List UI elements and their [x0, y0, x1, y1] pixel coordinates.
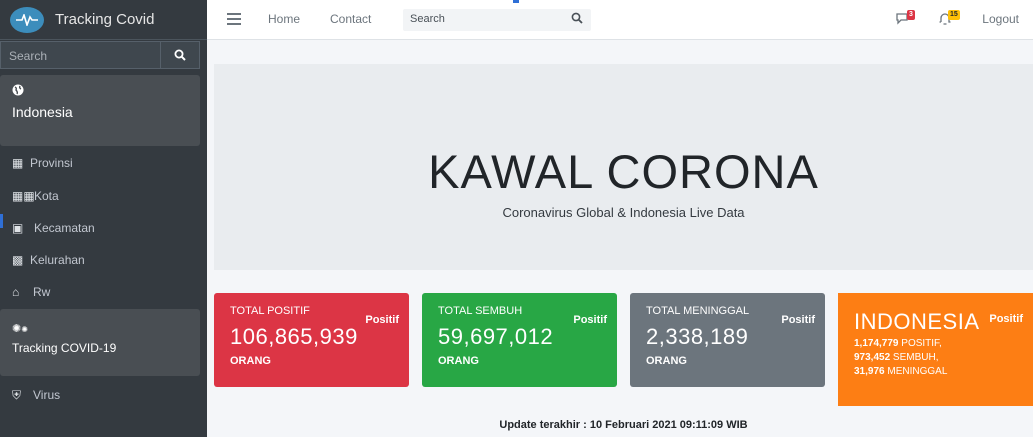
- archway-icon: ▣: [12, 221, 24, 235]
- sidebar-item-label: Virus: [33, 388, 61, 402]
- sidebar-item-rw[interactable]: ⌂ Rw: [0, 279, 200, 305]
- sidebar: Tracking Covid Search Indonesia ▦ Provin…: [0, 0, 207, 437]
- search-icon[interactable]: [571, 12, 583, 24]
- topbar-search-placeholder: Search: [410, 13, 445, 25]
- cogs-icon: ✺✺: [12, 323, 28, 335]
- sidebar-search-input[interactable]: Search: [0, 41, 161, 69]
- topbar: Home Contact Search 3 15 Logout: [207, 0, 1033, 40]
- sidebar-item-label: Tracking COVID-19: [12, 341, 117, 355]
- card-value: 106,865,939: [230, 324, 358, 349]
- city-icon: ▦▦: [12, 189, 35, 203]
- hero-jumbotron: KAWAL CORONA Coronavirus Global & Indone…: [214, 64, 1033, 270]
- messages-button[interactable]: 3: [895, 10, 917, 28]
- sidebar-item-kota[interactable]: ▦▦ Kota: [0, 183, 200, 209]
- card-total-sembuh: TOTAL SEMBUH Positif 59,697,012 ORANG: [422, 293, 617, 387]
- building-icon: ▦: [12, 156, 24, 170]
- hero-title: KAWAL CORONA: [428, 145, 819, 198]
- sidebar-item-provinsi[interactable]: ▦ Provinsi: [0, 150, 200, 176]
- sidebar-item-label: Provinsi: [30, 156, 73, 170]
- notifications-badge: 15: [948, 10, 960, 20]
- card-total-positif: TOTAL POSITIF Positif 106,865,939 ORANG: [214, 293, 409, 387]
- card-value: 59,697,012: [438, 324, 554, 349]
- search-icon: [174, 49, 186, 61]
- heartbeat-icon: [10, 6, 44, 33]
- indonesia-meninggal: 31,976 MENINGGAL: [854, 366, 948, 377]
- last-updated: Update terakhir : 10 Februari 2021 09:11…: [214, 419, 1033, 431]
- buildings-icon: ▩: [12, 253, 24, 267]
- sidebar-item-indonesia[interactable]: Indonesia: [0, 75, 200, 146]
- globe-icon: [12, 84, 24, 96]
- card-tag: Positif: [781, 314, 815, 326]
- card-indonesia: INDONESIA Positif 1,174,779 POSITIF, 973…: [838, 293, 1033, 406]
- sidebar-search: Search: [0, 41, 200, 69]
- menu-toggle-icon[interactable]: [227, 13, 241, 25]
- logout-link[interactable]: Logout: [982, 12, 1019, 26]
- sidebar-item-kelurahan[interactable]: ▩ Kelurahan: [0, 247, 200, 273]
- sidebar-item-virus[interactable]: ⛨ Virus: [0, 382, 200, 408]
- brand-link[interactable]: Tracking Covid: [0, 0, 207, 40]
- notifications-button[interactable]: 15: [938, 10, 962, 28]
- indonesia-sembuh: 973,452 SEMBUH,: [854, 352, 939, 363]
- sidebar-item-label: Indonesia: [12, 104, 73, 120]
- card-tag: Positif: [573, 314, 607, 326]
- shield-icon: ⛨: [12, 387, 22, 402]
- nav-link-home[interactable]: Home: [268, 12, 300, 26]
- nav-link-contact[interactable]: Contact: [330, 12, 371, 26]
- card-tag: Positif: [365, 314, 399, 326]
- sidebar-item-kecamatan[interactable]: ▣ Kecamatan: [0, 215, 200, 241]
- last-updated-value: 10 Februari 2021 09:11:09 WIB: [589, 419, 748, 431]
- home-icon: ⌂: [12, 285, 20, 299]
- card-unit: ORANG: [646, 355, 687, 367]
- messages-badge: 3: [907, 10, 915, 20]
- card-total-meninggal: TOTAL MENINGGAL Positif 2,338,189 ORANG: [630, 293, 825, 387]
- topbar-search-input[interactable]: Search: [403, 9, 591, 31]
- sidebar-search-button[interactable]: [161, 41, 200, 69]
- last-updated-label: Update terakhir :: [499, 419, 587, 431]
- hero-subtitle: Coronavirus Global & Indonesia Live Data: [502, 205, 745, 220]
- brand-title: Tracking Covid: [55, 11, 155, 28]
- card-tag: Positif: [989, 313, 1023, 325]
- sidebar-item-label: Kelurahan: [30, 253, 85, 267]
- scroll-marker: [513, 0, 519, 3]
- card-value: 2,338,189: [646, 324, 749, 349]
- indonesia-positif: 1,174,779 POSITIF,: [854, 338, 942, 349]
- sidebar-item-label: Kota: [34, 189, 59, 203]
- card-unit: ORANG: [438, 355, 479, 367]
- card-unit: ORANG: [230, 355, 271, 367]
- sidebar-item-tracking[interactable]: ✺✺ Tracking COVID-19: [0, 309, 200, 376]
- sidebar-item-label: Rw: [33, 285, 51, 299]
- sidebar-item-label: Kecamatan: [34, 221, 95, 235]
